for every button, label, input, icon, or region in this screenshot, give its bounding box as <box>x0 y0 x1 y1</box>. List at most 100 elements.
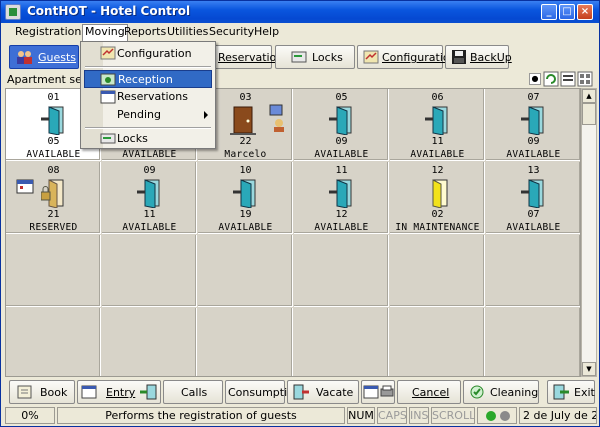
door-open-icon <box>329 179 352 208</box>
door-open-icon <box>521 179 544 208</box>
door-enter-icon <box>140 384 157 400</box>
tools-button[interactable] <box>361 380 395 404</box>
empty-cell <box>294 308 389 376</box>
empty-cell <box>294 235 389 307</box>
reservations-calendar-icon <box>100 90 116 104</box>
empty-cell <box>102 235 197 307</box>
cleaning-button[interactable]: Cleaning <box>463 380 539 404</box>
door-open-icon <box>41 106 64 135</box>
view-grid-icon[interactable] <box>577 71 593 87</box>
reservation-calendar-icon <box>16 179 34 194</box>
menu-item-label: Reception <box>118 73 173 86</box>
apartment-number: 05 <box>335 92 348 103</box>
apartment-cell[interactable]: 13 07 AVAILABLE <box>486 162 580 234</box>
apartment-guest-count: 11 <box>143 209 156 220</box>
menu-utilities[interactable]: Utilities <box>167 25 208 38</box>
vacate-button[interactable]: Vacate <box>287 380 359 404</box>
book-icon <box>17 385 32 399</box>
apartment-cell[interactable]: 08 21 RESERVED <box>6 162 101 234</box>
apartment-number: 13 <box>527 165 540 176</box>
apartment-cell[interactable]: 07 09 AVAILABLE <box>486 89 580 161</box>
apartment-cell[interactable]: 05 09 AVAILABLE <box>294 89 389 161</box>
menu-moving[interactable]: Moving <box>82 24 128 41</box>
apartment-cell[interactable]: 06 11 AVAILABLE <box>390 89 485 161</box>
apartment-number: 09 <box>143 165 156 176</box>
apartment-number: 11 <box>335 165 348 176</box>
menu-item-reception[interactable]: Reception <box>84 70 212 88</box>
cleaning-icon <box>470 385 484 399</box>
apartment-cell[interactable]: 11 12 AVAILABLE <box>294 162 389 234</box>
radio-dot-icon[interactable]: ● <box>529 73 541 85</box>
empty-cell <box>198 235 293 307</box>
empty-cell <box>390 308 485 376</box>
apartment-cell[interactable]: 09 11 AVAILABLE <box>102 162 197 234</box>
configuration-button[interactable]: Configuration <box>357 45 457 69</box>
status-num-lock: NUM <box>347 407 375 424</box>
connection-status-icon <box>486 411 510 421</box>
menu-item-configuration[interactable]: Configuration <box>84 45 212 63</box>
title-bar[interactable]: ContHOT - Hotel Control _ □ × <box>1 1 599 23</box>
close-icon[interactable]: × <box>577 4 593 20</box>
menu-item-locks[interactable]: Locks <box>84 130 212 148</box>
apartment-guest-count: 02 <box>431 209 444 220</box>
apartment-status: AVAILABLE <box>506 149 561 160</box>
empty-cell <box>198 308 293 376</box>
apartment-number: 07 <box>527 92 540 103</box>
apartment-guest-count: 21 <box>47 209 60 220</box>
status-date: 2 de July de 201 <box>519 407 597 424</box>
backup-label: BackUp <box>470 51 512 64</box>
apartment-number: 08 <box>47 165 60 176</box>
menu-item-label: Pending <box>117 108 161 121</box>
cancel-button[interactable]: Cancel <box>397 380 461 404</box>
door-locked-icon <box>41 179 64 208</box>
entry-button[interactable]: Entry <box>77 380 161 404</box>
menu-item-label: Configuration <box>117 47 192 60</box>
calls-button[interactable]: Calls <box>163 380 223 404</box>
apartment-number: 10 <box>239 165 252 176</box>
apartment-status: AVAILABLE <box>26 149 81 160</box>
backup-button[interactable]: BackUp <box>445 45 512 69</box>
book-button[interactable]: Book <box>9 380 75 404</box>
app-logo-icon <box>5 4 21 20</box>
maximize-icon[interactable]: □ <box>559 4 575 20</box>
apartment-cell[interactable]: 12 02 IN MAINTENANCE <box>390 162 485 234</box>
apartment-number: 06 <box>431 92 444 103</box>
status-caps-lock: CAPS <box>377 407 407 424</box>
configuration-icon <box>363 50 379 64</box>
menu-item-pending[interactable]: Pending <box>84 106 212 124</box>
door-open-icon <box>233 179 256 208</box>
locks-button[interactable]: Locks <box>275 45 355 69</box>
empty-cell <box>486 308 580 376</box>
menu-bar: Registrations Moving Reports Utilities S… <box>1 23 599 41</box>
apartment-guest-name: Marcelo <box>224 149 267 160</box>
apartment-status: AVAILABLE <box>122 149 177 160</box>
menu-reports[interactable]: Reports <box>124 25 166 38</box>
empty-cell <box>102 308 197 376</box>
scroll-down-icon[interactable]: ▼ <box>582 362 596 376</box>
view-refresh-icon[interactable] <box>543 71 559 87</box>
grid-scrollbar[interactable]: ▲ ▼ <box>581 88 597 377</box>
menu-help[interactable]: Help <box>254 25 279 38</box>
consumption-button[interactable]: Consumption <box>225 380 301 404</box>
minimize-icon[interactable]: _ <box>541 4 557 20</box>
door-open-icon <box>137 179 160 208</box>
menu-registrations[interactable]: Registrations <box>15 25 87 38</box>
configuration-icon <box>100 46 116 60</box>
empty-cell <box>6 308 101 376</box>
menu-item-reservations[interactable]: Reservations <box>84 88 212 106</box>
apartment-status: AVAILABLE <box>218 222 273 233</box>
guests-button[interactable]: Guests <box>9 45 79 69</box>
reservation-label: Reservation <box>218 51 284 64</box>
view-list-icon[interactable] <box>560 71 576 87</box>
empty-cell <box>390 235 485 307</box>
exit-door-icon <box>553 384 569 400</box>
menu-separator <box>85 127 211 129</box>
scroll-thumb[interactable] <box>582 103 596 125</box>
guests-label: Guests <box>38 51 77 64</box>
apartment-cell[interactable]: 10 19 AVAILABLE <box>198 162 293 234</box>
reservation-button[interactable]: Reservation <box>212 45 283 69</box>
scroll-up-icon[interactable]: ▲ <box>582 89 596 103</box>
menu-security[interactable]: Security <box>209 25 254 38</box>
apartment-status: AVAILABLE <box>314 149 369 160</box>
exit-button[interactable]: Exit <box>547 380 595 404</box>
